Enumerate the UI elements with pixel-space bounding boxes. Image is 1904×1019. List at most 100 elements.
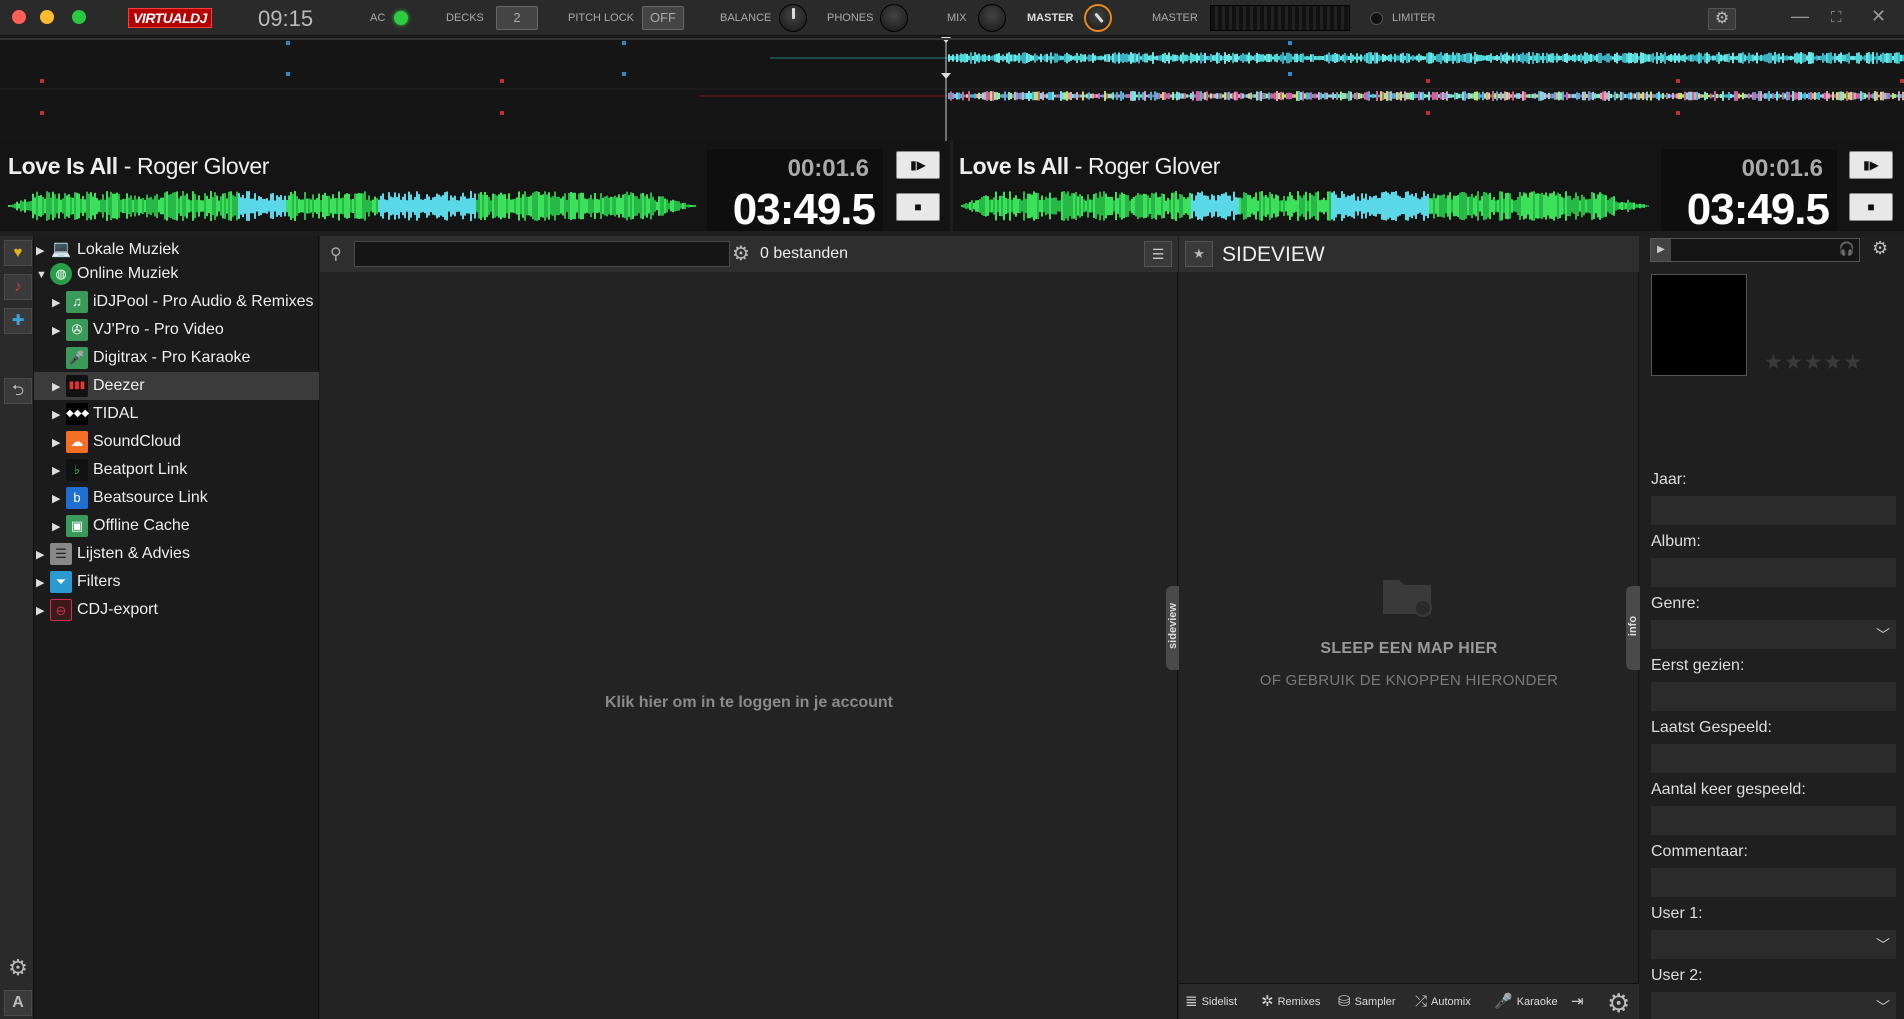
chevron-down-icon[interactable]: ﹀ bbox=[1876, 997, 1890, 1017]
search-options-gear-icon[interactable]: ⚙ bbox=[732, 241, 750, 266]
file-count: 0 bestanden bbox=[760, 245, 849, 262]
export-icon[interactable]: ⇥ bbox=[1571, 984, 1588, 1019]
phones-label: PHONES bbox=[827, 12, 874, 24]
tree-item-beatsource[interactable]: ▶ b Beatsource Link bbox=[34, 484, 319, 512]
rating-stars[interactable]: ★★★★★ bbox=[1764, 350, 1863, 375]
field-genre[interactable]: ﹀ bbox=[1651, 620, 1896, 649]
font-size-icon[interactable]: A bbox=[4, 990, 32, 1016]
field-aantal-keer[interactable] bbox=[1651, 806, 1896, 835]
add-playlist-icon[interactable]: ✚ bbox=[4, 308, 32, 334]
tree-item-tidal[interactable]: ▶ ◆◆◆ TIDAL bbox=[34, 400, 319, 428]
deck-2-play-pause-button[interactable]: ▮▶ bbox=[1849, 151, 1893, 179]
tab-remixes[interactable]: ✲ Remixes bbox=[1261, 984, 1320, 1019]
add-favorite-folder-icon[interactable]: ♥ bbox=[4, 240, 32, 266]
tab-sampler[interactable]: ⛁ Sampler bbox=[1338, 984, 1396, 1019]
info-panel-toggle[interactable]: info bbox=[1626, 586, 1640, 670]
mix-knob[interactable] bbox=[978, 4, 1006, 32]
tree-item-lijsten-advies[interactable]: ▶ ☰ Lijsten & Advies bbox=[34, 540, 319, 568]
field-label-eerst-gezien: Eerst gezien: bbox=[1651, 657, 1745, 674]
limiter-indicator[interactable] bbox=[1370, 12, 1383, 25]
view-options-icon[interactable]: ☰ bbox=[1144, 241, 1172, 267]
info-prelisten-bar[interactable]: ▶ 🎧 bbox=[1650, 238, 1860, 262]
expand-arrow-icon[interactable]: ▶ bbox=[36, 541, 50, 569]
expand-arrow-icon[interactable]: ▶ bbox=[52, 317, 66, 345]
tab-sidelist[interactable]: ≣ Sidelist bbox=[1185, 984, 1237, 1019]
microphone-icon: 🎤 bbox=[66, 346, 88, 369]
tree-item-cdj-export[interactable]: ▶ ⊖ CDJ-export bbox=[34, 596, 319, 624]
tree-item-deezer[interactable]: ▶ ▮▮▮ Deezer bbox=[34, 372, 319, 400]
chevron-down-icon[interactable]: ﹀ bbox=[1876, 935, 1890, 955]
phones-knob[interactable] bbox=[880, 4, 908, 32]
sideview-star-icon[interactable]: ★ bbox=[1185, 241, 1213, 267]
tab-karaoke[interactable]: 🎤 Karaoke bbox=[1494, 984, 1558, 1019]
field-laatst-gespeeld[interactable] bbox=[1651, 744, 1896, 773]
chevron-down-icon[interactable]: ﹀ bbox=[1876, 625, 1890, 645]
field-label-user-2: User 2: bbox=[1651, 967, 1703, 984]
tree-item-filters[interactable]: ▶ ⏷ Filters bbox=[34, 568, 319, 596]
automix-shuffle-icon: ⤮ bbox=[1415, 993, 1428, 1011]
tree-item-beatport[interactable]: ▶ ♭ Beatport Link bbox=[34, 456, 319, 484]
tree-item-offline-cache[interactable]: ▶ ▣ Offline Cache bbox=[34, 512, 319, 540]
expand-arrow-icon[interactable]: ▶ bbox=[52, 429, 66, 457]
expand-arrow-icon[interactable]: ▶ bbox=[52, 373, 66, 401]
prelisten-play-icon[interactable]: ▶ bbox=[1651, 239, 1671, 261]
tree-item-idjpool[interactable]: ▶ ♫ iDJPool - Pro Audio & Remixes bbox=[34, 288, 319, 316]
add-filter-folder-icon[interactable]: ♪ bbox=[4, 274, 32, 300]
deck-1-stop-button[interactable]: ■ bbox=[896, 193, 940, 221]
sideview-settings-gear-icon[interactable]: ⚙ bbox=[1607, 988, 1630, 1019]
deck-2-stop-button[interactable]: ■ bbox=[1849, 193, 1893, 221]
close-icon[interactable]: ✕ bbox=[1871, 6, 1886, 27]
pitch-lock-toggle[interactable]: OFF bbox=[642, 6, 684, 30]
zoom-window-button[interactable] bbox=[72, 10, 86, 24]
tree-item-soundcloud[interactable]: ▶ ☁ SoundCloud bbox=[34, 428, 319, 456]
sideview-panel: ★ SIDEVIEW SLEEP EEN MAP HIER OF GEBRUIK… bbox=[1179, 236, 1639, 1019]
tree-item-vjpro[interactable]: ▶ ✇ VJ'Pro - Pro Video bbox=[34, 316, 319, 344]
deck-1-waveform[interactable] bbox=[6, 189, 706, 223]
collapse-arrow-icon[interactable]: ▼ bbox=[36, 261, 50, 289]
tree-item-digitrax[interactable]: 🎤 Digitrax - Pro Karaoke bbox=[34, 344, 319, 372]
sideview-panel-toggle[interactable]: sideview bbox=[1166, 586, 1180, 670]
deck-1-play-pause-button[interactable]: ▮▶ bbox=[896, 151, 940, 179]
field-jaar[interactable] bbox=[1651, 496, 1896, 525]
field-album[interactable] bbox=[1651, 558, 1896, 587]
expand-arrow-icon[interactable]: ▶ bbox=[52, 485, 66, 513]
field-eerst-gezien[interactable] bbox=[1651, 682, 1896, 711]
tab-automix[interactable]: ⤮ Automix bbox=[1415, 984, 1471, 1019]
computer-icon: 💻 bbox=[51, 240, 71, 258]
browser-settings-gear-icon[interactable]: ⚙ bbox=[4, 956, 32, 982]
deck-1-elapsed-time: 00:01.6 bbox=[787, 155, 869, 182]
maximize-icon[interactable]: ⛶ bbox=[1831, 9, 1842, 26]
deck-1-time-display[interactable]: 00:01.6 03:49.5 bbox=[707, 149, 883, 234]
drop-hint-title: SLEEP EEN MAP HIER bbox=[1320, 640, 1498, 657]
balance-knob[interactable] bbox=[779, 4, 807, 32]
back-arrow-icon[interactable]: ⮌ bbox=[4, 378, 32, 404]
remixes-icon: ✲ bbox=[1261, 993, 1274, 1011]
minimize-icon[interactable]: — bbox=[1791, 6, 1809, 27]
browser-side-toolbar: ♥ ♪ ✚ ⮌ ⚙ A bbox=[0, 236, 34, 1019]
close-window-button[interactable] bbox=[12, 10, 26, 24]
overview-waveform[interactable] bbox=[0, 37, 1904, 141]
expand-arrow-icon[interactable]: ▶ bbox=[52, 289, 66, 317]
login-prompt-link[interactable]: Klik hier om in te loggen in je account bbox=[320, 694, 1178, 712]
search-input[interactable] bbox=[354, 241, 730, 267]
ac-indicator[interactable] bbox=[394, 11, 408, 25]
deck-2-waveform[interactable] bbox=[959, 189, 1659, 223]
master-volume-knob[interactable] bbox=[1084, 4, 1112, 32]
deck-2-time-display[interactable]: 00:01.6 03:49.5 bbox=[1661, 149, 1837, 234]
field-user-2[interactable]: ﹀ bbox=[1651, 992, 1896, 1019]
expand-arrow-icon[interactable]: ▶ bbox=[36, 569, 50, 597]
settings-gear-icon[interactable]: ⚙ bbox=[1708, 8, 1736, 30]
music-note-icon: ♫ bbox=[66, 290, 88, 313]
decks-selector[interactable]: 2 bbox=[496, 6, 538, 30]
info-settings-gear-icon[interactable]: ⚙ bbox=[1872, 238, 1888, 259]
field-user-1[interactable]: ﹀ bbox=[1651, 930, 1896, 959]
expand-arrow-icon[interactable]: ▶ bbox=[52, 513, 66, 541]
expand-arrow-icon[interactable]: ▶ bbox=[36, 597, 50, 625]
tree-item-online-muziek[interactable]: ▼ ◍ Online Muziek bbox=[34, 260, 319, 288]
field-commentaar[interactable] bbox=[1651, 868, 1896, 897]
expand-arrow-icon[interactable]: ▶ bbox=[52, 457, 66, 485]
minimize-window-button[interactable] bbox=[40, 10, 54, 24]
headphones-icon[interactable]: 🎧 bbox=[1839, 241, 1855, 257]
clock: 09:15 bbox=[258, 6, 314, 31]
expand-arrow-icon[interactable]: ▶ bbox=[52, 401, 66, 429]
